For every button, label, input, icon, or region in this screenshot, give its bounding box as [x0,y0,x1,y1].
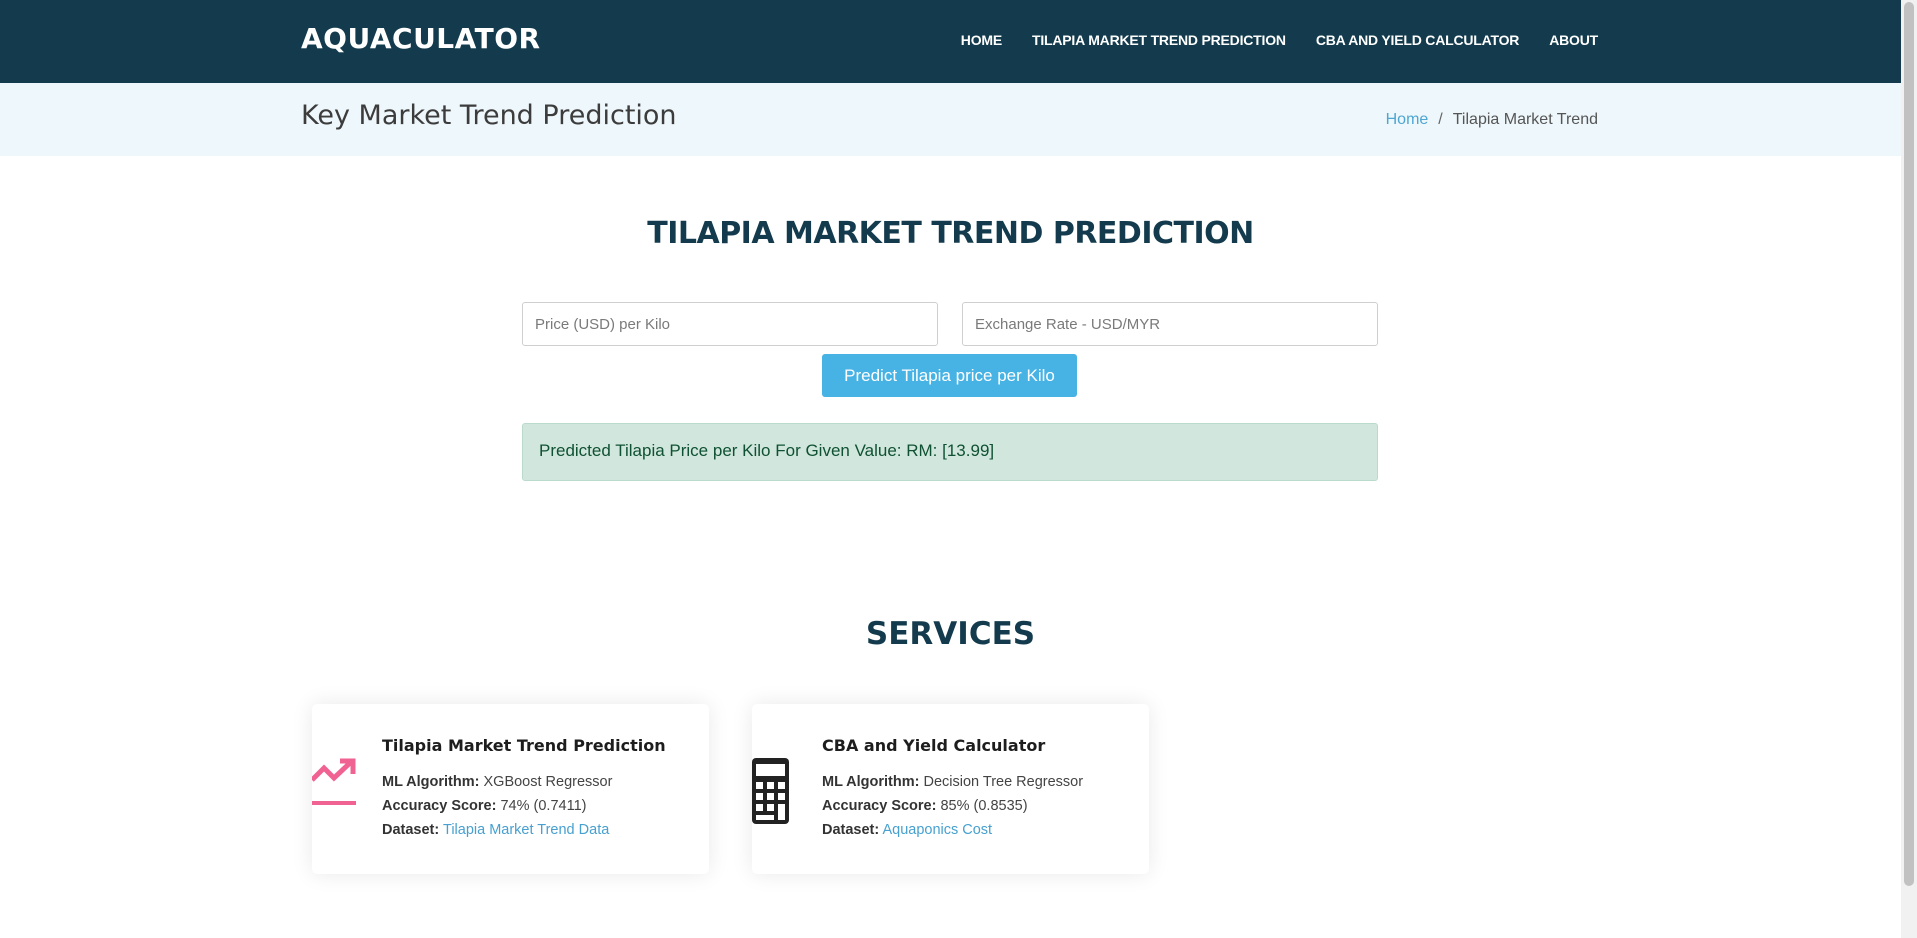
section-title-prediction: TILAPIA MARKET TREND PREDICTION [647,216,1254,251]
dataset-link[interactable]: Tilapia Market Trend Data [443,822,609,838]
section-title-services: SERVICES [865,616,1036,652]
card-accuracy: Accuracy Score: 85% (0.8535) [822,798,1028,814]
algorithm-label: ML Algorithm: [382,774,480,790]
main-nav: HOME TILAPIA MARKET TREND PREDICTION CBA… [931,32,1598,48]
card-algorithm: ML Algorithm: Decision Tree Regressor [822,774,1083,790]
header-bar: AQUACULATOR HOME TILAPIA MARKET TREND PR… [0,0,1901,83]
breadcrumb-section: Key Market Trend Prediction Home / Tilap… [0,83,1901,156]
breadcrumb-home-link[interactable]: Home [1386,111,1429,129]
page: AQUACULATOR HOME TILAPIA MARKET TREND PR… [0,0,1901,938]
algorithm-label: ML Algorithm: [822,774,920,790]
card-dataset: Dataset: Aquaponics Cost [822,822,992,838]
dataset-label: Dataset: [822,822,880,838]
card-title: CBA and Yield Calculator [822,736,1046,755]
accuracy-label: Accuracy Score: [382,798,497,814]
page-title: Key Market Trend Prediction [301,100,677,131]
card-dataset: Dataset: Tilapia Market Trend Data [382,822,609,838]
nav-cba-yield-calculator[interactable]: CBA AND YIELD CALCULATOR [1316,32,1520,48]
brand-logo[interactable]: AQUACULATOR [301,22,541,55]
accuracy-value: 74% (0.7411) [500,798,587,814]
accuracy-label: Accuracy Score: [822,798,937,814]
vertical-scrollbar[interactable] [1901,0,1917,938]
algorithm-value: XGBoost Regressor [483,774,613,790]
accuracy-value: 85% (0.8535) [940,798,1028,814]
service-card-tilapia: Tilapia Market Trend Prediction ML Algor… [312,704,709,874]
nav-home[interactable]: HOME [961,32,1002,48]
prediction-result-alert: Predicted Tilapia Price per Kilo For Giv… [522,423,1378,481]
card-title: Tilapia Market Trend Prediction [382,736,666,755]
predict-button[interactable]: Predict Tilapia price per Kilo [822,354,1077,397]
card-accuracy: Accuracy Score: 74% (0.7411) [382,798,586,814]
nav-tilapia-market-trend[interactable]: TILAPIA MARKET TREND PREDICTION [1032,32,1286,48]
dataset-label: Dataset: [382,822,440,838]
nav-about[interactable]: ABOUT [1549,32,1598,48]
exchange-rate-input[interactable] [962,302,1378,346]
calculator-icon [752,758,789,824]
scrollbar-thumb[interactable] [1904,2,1914,886]
dataset-link[interactable]: Aquaponics Cost [882,822,992,838]
card-algorithm: ML Algorithm: XGBoost Regressor [382,774,612,790]
price-input[interactable] [522,302,938,346]
algorithm-value: Decision Tree Regressor [923,774,1084,790]
breadcrumb-separator: / [1438,111,1443,128]
breadcrumb: Home / Tilapia Market Trend [1386,111,1598,129]
breadcrumb-current: Tilapia Market Trend [1452,111,1598,128]
service-card-cba: CBA and Yield Calculator ML Algorithm: D… [752,704,1149,874]
trend-up-icon [312,758,356,805]
